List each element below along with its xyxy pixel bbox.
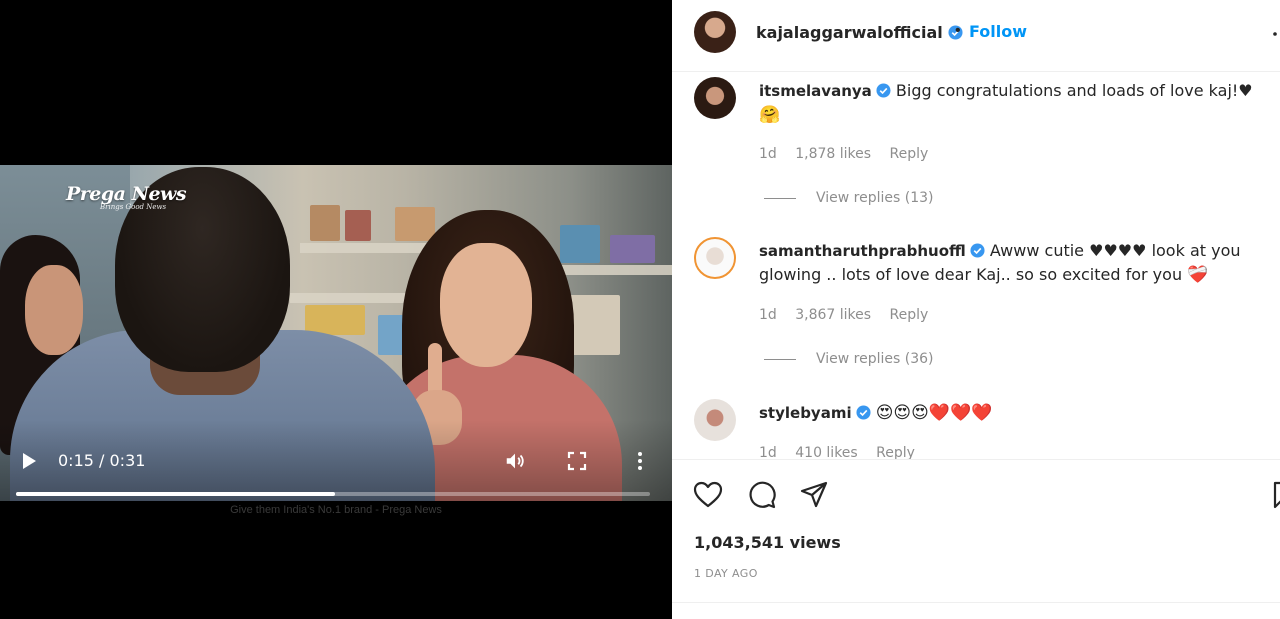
- comment-likes[interactable]: 1,878 likes: [795, 146, 871, 162]
- scene-person-woman-face: [440, 243, 532, 367]
- verified-badge-icon: [970, 243, 985, 258]
- bookmark-icon[interactable]: [1272, 480, 1280, 510]
- replies-divider: [764, 358, 796, 360]
- post-author-name[interactable]: kajalaggarwalofficial: [756, 23, 943, 42]
- view-replies-label[interactable]: View replies (13): [816, 190, 934, 206]
- scene-product: [310, 205, 340, 241]
- comment-emoji: 🤗: [759, 105, 781, 125]
- post-sidebar: kajalaggarwalofficial • Follow itsmelava…: [672, 0, 1280, 619]
- comments-list[interactable]: itsmelavanya Bigg congratulations and lo…: [672, 73, 1280, 459]
- share-icon[interactable]: [799, 480, 829, 510]
- verified-badge-icon: [856, 405, 871, 420]
- post-header: kajalaggarwalofficial • Follow: [672, 0, 1280, 72]
- comment-item: stylebyami 😍😍😍❤️❤️❤️ 1d 410 likes Reply: [672, 395, 1280, 459]
- brand-logo: Prega News: [66, 183, 187, 205]
- view-replies-button[interactable]: View replies (13): [764, 190, 934, 206]
- follow-button[interactable]: Follow: [969, 22, 1027, 41]
- scene-product: [395, 207, 435, 241]
- scene-product: [570, 295, 620, 355]
- comment-item: itsmelavanya Bigg congratulations and lo…: [672, 73, 1280, 219]
- divider: [672, 602, 1280, 603]
- comment-username[interactable]: samantharuthprabhuoffl: [759, 242, 966, 260]
- more-vertical-icon[interactable]: [634, 450, 646, 472]
- volume-icon[interactable]: [504, 450, 526, 472]
- comment-icon[interactable]: [747, 480, 777, 510]
- scene-product: [345, 210, 371, 241]
- scene-product: [560, 225, 600, 263]
- avatar[interactable]: [694, 11, 736, 53]
- avatar[interactable]: [694, 77, 736, 119]
- comment-meta: 1d 410 likes Reply: [759, 445, 929, 459]
- video-time: 0:15 / 0:31: [58, 451, 146, 470]
- post-author[interactable]: kajalaggarwalofficial: [756, 23, 963, 42]
- comment-likes[interactable]: 410 likes: [795, 445, 857, 459]
- scene-person-girl-face: [25, 265, 83, 355]
- views-count[interactable]: 1,043,541 views: [694, 533, 841, 552]
- avatar[interactable]: [694, 237, 736, 279]
- video-progress-fill: [16, 492, 335, 496]
- post-actions: 1,043,541 views 1 DAY AGO: [672, 459, 1280, 619]
- separator-dot: •: [955, 22, 961, 39]
- heart-icon[interactable]: [693, 480, 723, 510]
- comment-body: stylebyami 😍😍😍❤️❤️❤️: [759, 401, 1259, 425]
- reply-button[interactable]: Reply: [890, 146, 929, 162]
- comment-body: samantharuthprabhuoffl Awww cutie ♥♥♥♥ l…: [759, 239, 1259, 287]
- view-replies-label[interactable]: View replies (36): [816, 351, 934, 367]
- comment-username[interactable]: itsmelavanya: [759, 82, 872, 100]
- video-caption: Give them India's No.1 brand - Prega New…: [230, 504, 442, 516]
- comment-emoji: ❤️‍🩹: [1187, 265, 1209, 285]
- comment-body: itsmelavanya Bigg congratulations and lo…: [759, 79, 1259, 127]
- comment-text: Bigg congratulations and loads of love k…: [895, 81, 1253, 100]
- replies-divider: [764, 197, 796, 199]
- more-options-icon[interactable]: [1269, 27, 1280, 41]
- comment-emoji: 😍😍😍❤️❤️❤️: [875, 403, 993, 423]
- video-player[interactable]: Prega News Brings Good News 0:15 / 0:31 …: [0, 0, 672, 619]
- scene-product: [610, 235, 655, 263]
- avatar[interactable]: [694, 399, 736, 441]
- brand-tagline: Brings Good News: [100, 203, 167, 211]
- comment-likes[interactable]: 3,867 likes: [795, 307, 871, 323]
- comment-username[interactable]: stylebyami: [759, 404, 852, 422]
- comment-age: 1d: [759, 146, 777, 162]
- comment-meta: 1d 3,867 likes Reply: [759, 307, 942, 323]
- reply-button[interactable]: Reply: [876, 445, 915, 459]
- fullscreen-icon[interactable]: [567, 451, 587, 471]
- comment-item: samantharuthprabhuoffl Awww cutie ♥♥♥♥ l…: [672, 233, 1280, 383]
- verified-badge-icon: [876, 83, 891, 98]
- play-icon[interactable]: [21, 452, 37, 470]
- post-timestamp[interactable]: 1 DAY AGO: [694, 567, 758, 580]
- comment-age: 1d: [759, 445, 777, 459]
- video-progress-bar[interactable]: [16, 492, 650, 496]
- reply-button[interactable]: Reply: [890, 307, 929, 323]
- comment-meta: 1d 1,878 likes Reply: [759, 146, 942, 162]
- comment-age: 1d: [759, 307, 777, 323]
- view-replies-button[interactable]: View replies (36): [764, 351, 934, 367]
